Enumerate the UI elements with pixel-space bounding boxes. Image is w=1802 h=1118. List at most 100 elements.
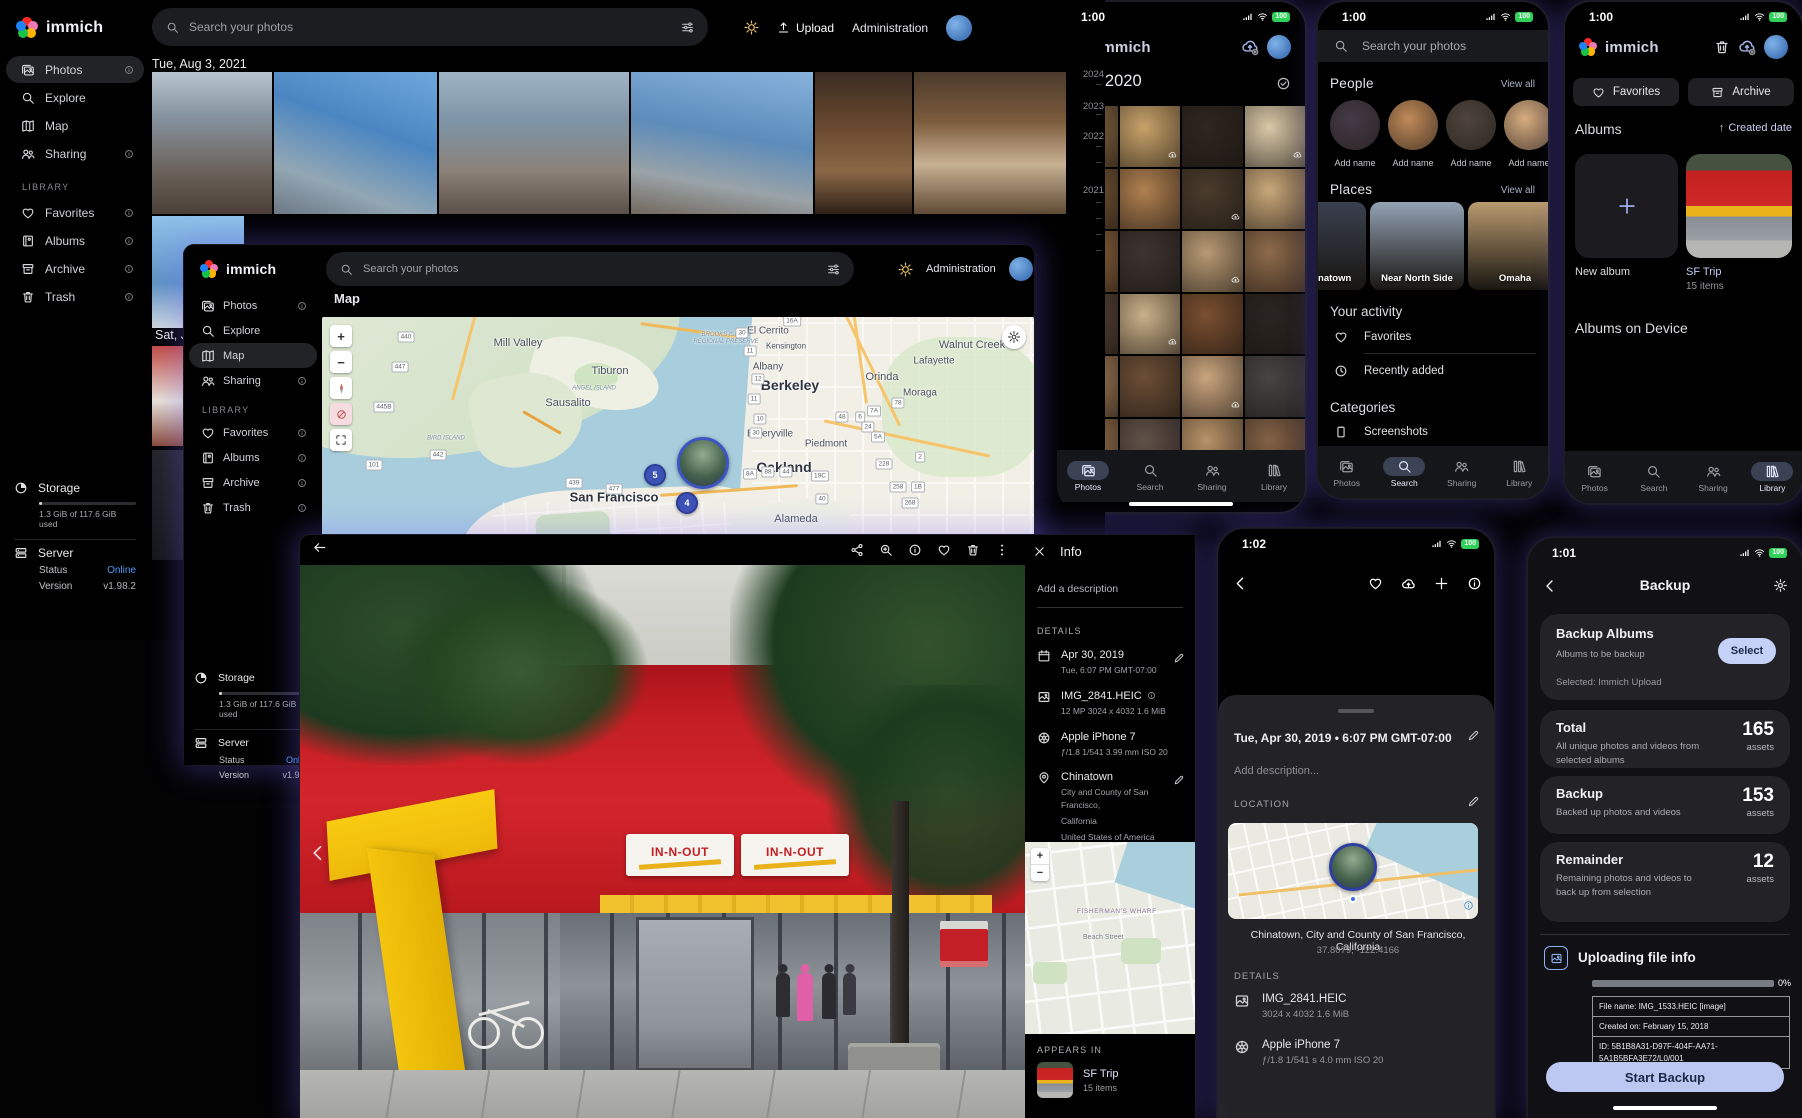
- activity-favorites[interactable]: Favorites: [1318, 327, 1548, 347]
- info-button[interactable]: [1467, 576, 1482, 596]
- zoom-button[interactable]: [879, 543, 893, 557]
- select-button[interactable]: Select: [1718, 638, 1776, 664]
- immich-logo[interactable]: immich: [1579, 38, 1659, 56]
- person-face[interactable]: [1388, 100, 1438, 150]
- zoom-out-button[interactable]: −: [330, 351, 352, 373]
- zoom-out-button[interactable]: −: [1031, 864, 1049, 881]
- description-input[interactable]: Add description...: [1234, 765, 1319, 777]
- album-tile-sf-trip[interactable]: [1686, 154, 1792, 258]
- pencil-icon[interactable]: [1467, 795, 1480, 808]
- nav-photos[interactable]: Photos: [1565, 451, 1624, 503]
- theme-toggle-icon[interactable]: [898, 262, 913, 277]
- share-button[interactable]: [850, 543, 864, 557]
- timeline-year[interactable]: 2021: [1083, 185, 1104, 196]
- pencil-icon[interactable]: [1173, 652, 1185, 664]
- clear-selection-button[interactable]: [330, 403, 352, 425]
- place-tile[interactable]: Omaha: [1468, 202, 1548, 290]
- sidebar-item-archive[interactable]: Archive: [189, 470, 317, 495]
- chevron-left-icon[interactable]: [1232, 575, 1249, 592]
- sidebar-item-trash[interactable]: Trash: [189, 495, 317, 520]
- photo-thumbnail[interactable]: [1245, 106, 1306, 167]
- photo-thumbnail[interactable]: [1182, 106, 1243, 167]
- avatar[interactable]: [1267, 35, 1291, 59]
- sidebar-item-favorites[interactable]: Favorites: [6, 199, 144, 226]
- person-face[interactable]: [1330, 100, 1380, 150]
- pencil-icon[interactable]: [1467, 729, 1480, 742]
- photo-thumbnail[interactable]: [274, 72, 438, 214]
- theme-toggle-icon[interactable]: [744, 20, 759, 35]
- places-carousel[interactable]: ChinatownNear North SideOmahaPi: [1318, 202, 1548, 294]
- avatar[interactable]: [1764, 35, 1788, 59]
- edit-location-button[interactable]: [1467, 795, 1480, 813]
- photo-thumbnail[interactable]: [1245, 294, 1306, 355]
- fullscreen-button[interactable]: [330, 429, 352, 451]
- sidebar-item-explore[interactable]: Explore: [6, 84, 144, 111]
- people-view-all[interactable]: View all: [1501, 79, 1535, 90]
- add-name-label[interactable]: Add name: [1446, 158, 1496, 168]
- sidebar-item-map[interactable]: Map: [189, 343, 317, 368]
- places-view-all[interactable]: View all: [1501, 185, 1535, 196]
- administration-link[interactable]: Administration: [852, 21, 928, 35]
- sidebar-item-photos[interactable]: Photos: [189, 293, 317, 318]
- map-info-icon[interactable]: [1463, 898, 1474, 916]
- trash-icon[interactable]: [1714, 39, 1730, 55]
- add-button[interactable]: [1434, 576, 1449, 596]
- more-options-button[interactable]: [995, 543, 1009, 557]
- sidebar-item-sharing[interactable]: Sharing: [189, 368, 317, 393]
- compass-button[interactable]: [330, 377, 352, 399]
- photo-thumbnail[interactable]: [1182, 231, 1243, 292]
- photo-thumbnail[interactable]: [1120, 106, 1181, 167]
- add-name-label[interactable]: Add name: [1330, 158, 1380, 168]
- nav-sharing[interactable]: Sharing: [1433, 446, 1491, 498]
- sidebar-item-albums[interactable]: Albums: [6, 227, 144, 254]
- filter-icon[interactable]: [681, 21, 694, 34]
- photo-thumbnail[interactable]: [1182, 169, 1243, 230]
- sort-button[interactable]: ↑Created date: [1719, 122, 1792, 134]
- photo-thumbnail[interactable]: [1120, 294, 1181, 355]
- photo-thumbnail[interactable]: [1182, 419, 1243, 451]
- close-icon[interactable]: [1033, 545, 1046, 558]
- photo-thumbnail[interactable]: [1120, 169, 1181, 230]
- administration-link[interactable]: Administration: [926, 263, 996, 275]
- nav-library[interactable]: Library: [1743, 451, 1802, 503]
- search-input[interactable]: Search your photos: [152, 8, 708, 46]
- photo-thumbnail[interactable]: [1120, 419, 1181, 451]
- map-cluster-marker[interactable]: 4: [676, 492, 698, 514]
- photo-location-marker[interactable]: [1329, 843, 1377, 891]
- select-all-button[interactable]: [1276, 76, 1291, 96]
- search-input[interactable]: Search your photos: [326, 252, 854, 286]
- info-button[interactable]: [908, 543, 922, 557]
- sidebar-item-photos[interactable]: Photos: [6, 56, 144, 83]
- nav-search[interactable]: Search: [1624, 451, 1683, 503]
- add-name-label[interactable]: Add name: [1388, 158, 1438, 168]
- avatar[interactable]: [1009, 257, 1033, 281]
- description-input[interactable]: Add a description: [1037, 583, 1183, 608]
- avatar[interactable]: [946, 15, 972, 41]
- map-photo-marker[interactable]: [677, 437, 729, 489]
- photo-thumbnail[interactable]: [631, 72, 813, 214]
- immich-logo[interactable]: immich: [0, 17, 103, 39]
- favorites-button[interactable]: Favorites: [1573, 78, 1679, 106]
- timeline-year[interactable]: 2022: [1083, 131, 1104, 142]
- sidebar-item-map[interactable]: Map: [6, 112, 144, 139]
- photo-thumbnail[interactable]: [1182, 356, 1243, 417]
- photo-thumbnail[interactable]: [152, 72, 272, 214]
- edit-date-button[interactable]: [1467, 729, 1480, 747]
- previous-photo-button[interactable]: [308, 843, 328, 868]
- start-backup-button[interactable]: Start Backup: [1546, 1062, 1784, 1092]
- nav-search[interactable]: Search: [1376, 446, 1434, 498]
- album-link[interactable]: SF Trip 15 items: [1037, 1062, 1118, 1098]
- sidebar-item-archive[interactable]: Archive: [6, 255, 144, 282]
- zoom-in-button[interactable]: +: [330, 325, 352, 347]
- photo-thumbnail[interactable]: [1245, 169, 1306, 230]
- nav-photos[interactable]: Photos: [1057, 450, 1119, 502]
- sidebar-item-albums[interactable]: Albums: [189, 445, 317, 470]
- timeline-year[interactable]: 2023: [1083, 101, 1104, 112]
- minimap-zoom-controls[interactable]: +−: [1031, 848, 1049, 881]
- filter-icon[interactable]: [827, 263, 840, 276]
- photo-thumbnail[interactable]: [1182, 294, 1243, 355]
- new-album-tile[interactable]: [1575, 154, 1678, 258]
- category-screenshots[interactable]: Screenshots: [1318, 422, 1548, 442]
- pencil-icon[interactable]: [1173, 774, 1185, 786]
- search-input[interactable]: Search your photos: [1318, 30, 1548, 62]
